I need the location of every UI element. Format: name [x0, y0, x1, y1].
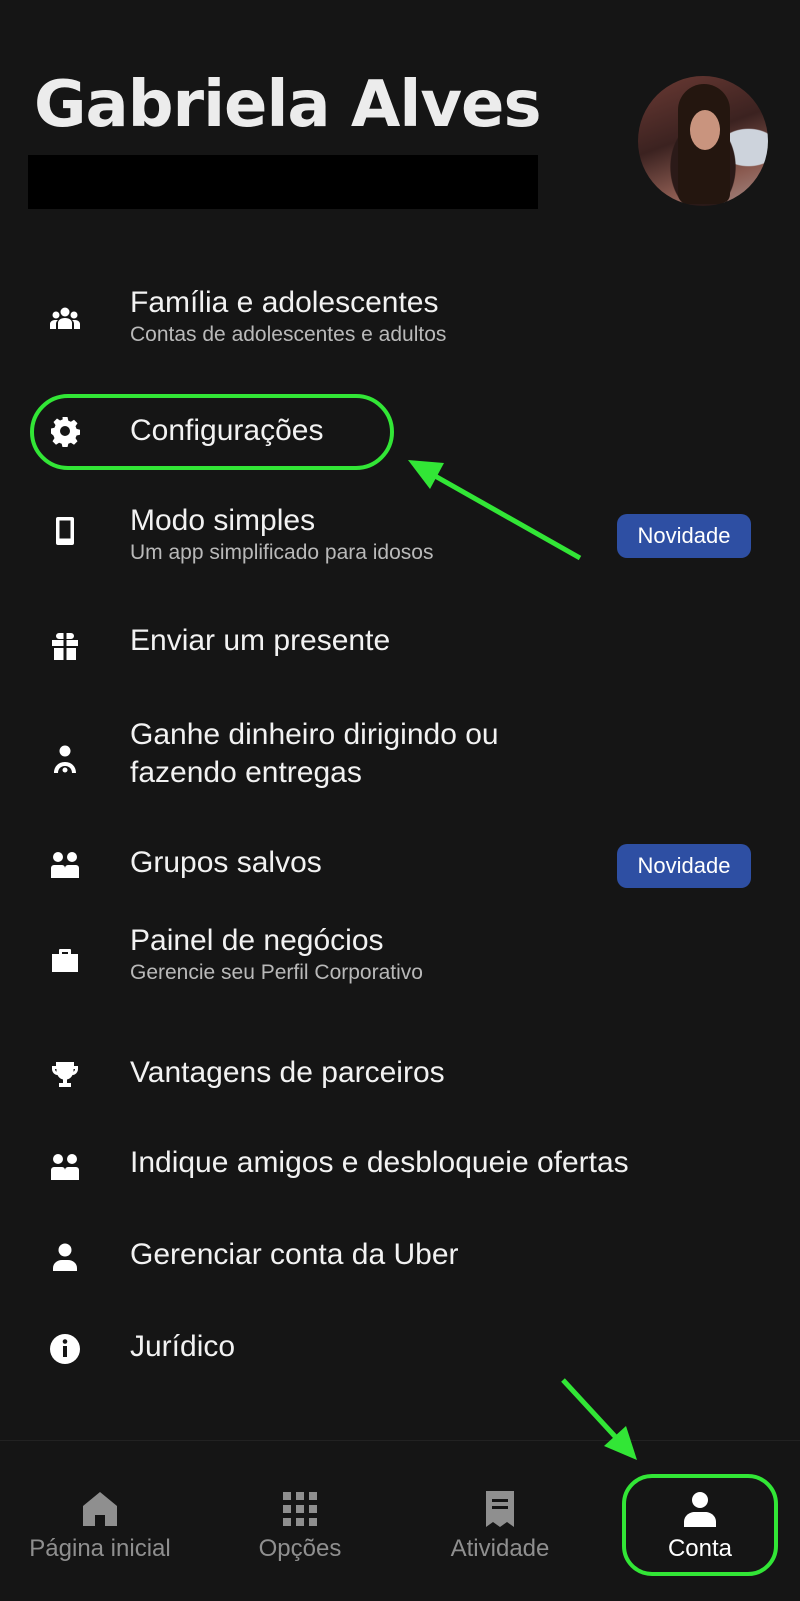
- menu-title: Grupos salvos: [130, 846, 322, 879]
- menu-item-partner-perks[interactable]: Vantagens de parceiros: [0, 1050, 800, 1106]
- tab-label: Página inicial: [29, 1535, 171, 1562]
- menu-item-earn-money[interactable]: Ganhe dinheiro dirigindo ou fazendo entr…: [0, 712, 800, 808]
- menu-item-refer-friends[interactable]: Indique amigos e desbloqueie ofertas: [0, 1140, 800, 1196]
- avatar[interactable]: [638, 76, 768, 206]
- menu-title-line2: fazendo entregas: [130, 756, 362, 789]
- new-badge: Novidade: [617, 514, 751, 558]
- menu-item-manage-account[interactable]: Gerenciar conta da Uber: [0, 1232, 800, 1288]
- annotation-highlight-account-tab: [622, 1474, 778, 1576]
- menu-title: Gerenciar conta da Uber: [130, 1238, 459, 1271]
- menu-title: Modo simples: [130, 504, 316, 537]
- menu-item-saved-groups[interactable]: Grupos salvos Novidade: [0, 838, 800, 894]
- menu-item-family[interactable]: Família e adolescentes Contas de adolesc…: [0, 280, 800, 360]
- group-icon: [48, 1150, 82, 1184]
- menu-subtitle: Um app simplificado para idosos: [130, 541, 434, 564]
- tab-activity[interactable]: Atividade: [400, 1441, 600, 1601]
- tab-label: Opções: [258, 1535, 342, 1562]
- grid-icon: [283, 1492, 317, 1526]
- avatar-face: [690, 110, 720, 150]
- menu-title-line1: Ganhe dinheiro dirigindo ou: [130, 718, 499, 751]
- tab-options[interactable]: Opções: [200, 1441, 400, 1601]
- briefcase-icon: [48, 944, 82, 978]
- menu-title: Jurídico: [130, 1330, 236, 1363]
- menu-title: Painel de negócios: [130, 924, 384, 957]
- home-icon: [83, 1492, 117, 1526]
- menu-item-gift[interactable]: Enviar um presente: [0, 620, 800, 676]
- new-badge: Novidade: [617, 844, 751, 888]
- menu-title: Família e adolescentes: [130, 286, 439, 319]
- info-icon: [48, 1332, 82, 1366]
- menu-title: Enviar um presente: [130, 624, 391, 657]
- group-icon: [48, 848, 82, 882]
- trophy-icon: [48, 1058, 82, 1092]
- profile-name: Gabriela Alves: [34, 68, 542, 142]
- menu-subtitle: Gerencie seu Perfil Corporativo: [130, 961, 423, 984]
- annotation-highlight-settings: [30, 394, 394, 470]
- menu-item-simple-mode[interactable]: Modo simples Um app simplificado para id…: [0, 492, 800, 572]
- phone-icon: [48, 514, 82, 548]
- tab-label: Atividade: [450, 1535, 550, 1562]
- driver-icon: [48, 742, 82, 776]
- tab-home[interactable]: Página inicial: [0, 1441, 200, 1601]
- menu-subtitle: Contas de adolescentes e adultos: [130, 323, 447, 346]
- menu-title: Vantagens de parceiros: [130, 1056, 445, 1089]
- menu-title: Indique amigos e desbloqueie ofertas: [130, 1146, 629, 1179]
- menu-item-business[interactable]: Painel de negócios Gerencie seu Perfil C…: [0, 920, 800, 1000]
- family-icon: [48, 302, 82, 336]
- redaction-bar: [28, 155, 538, 209]
- gift-icon: [48, 630, 82, 664]
- menu-item-legal[interactable]: Jurídico: [0, 1324, 800, 1380]
- receipt-icon: [486, 1491, 514, 1527]
- person-icon: [48, 1240, 82, 1274]
